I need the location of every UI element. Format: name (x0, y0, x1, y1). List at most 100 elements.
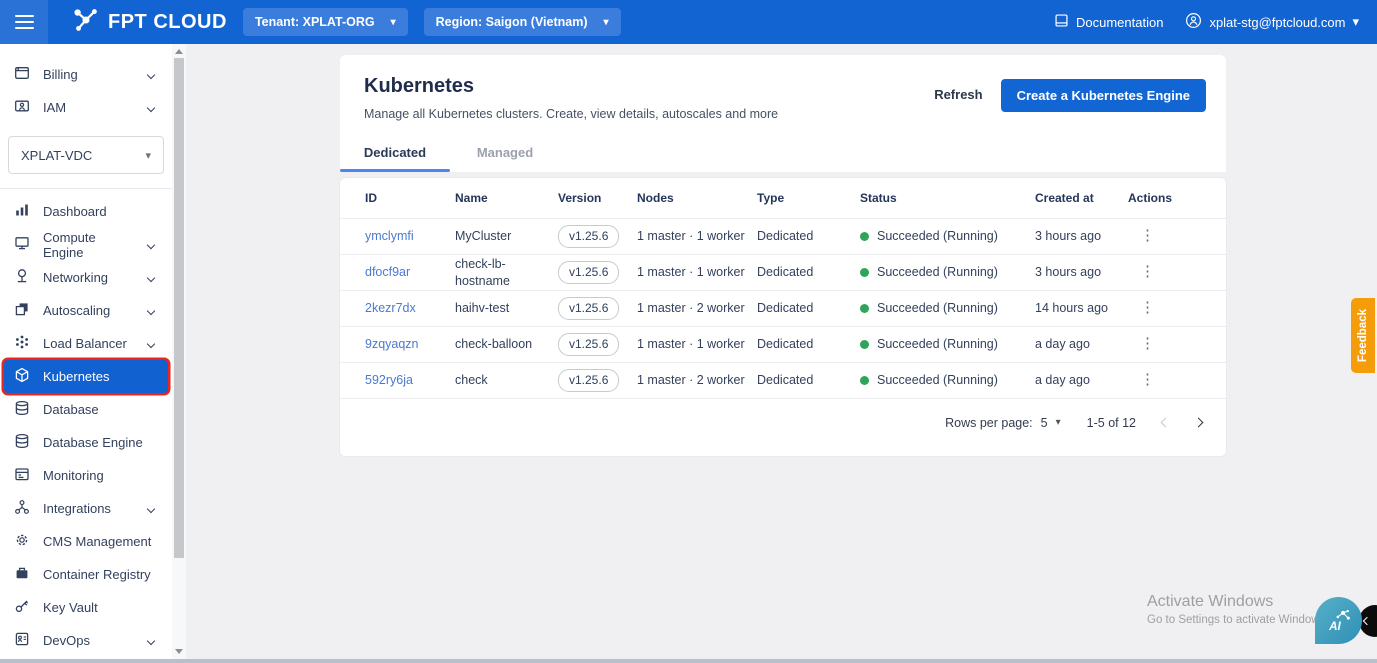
version-badge: v1.25.6 (558, 333, 620, 356)
cluster-nodes: 1 master · 2 worker (637, 301, 745, 316)
ai-molecule-icon: AI (1328, 609, 1350, 632)
sidebar-item[interactable]: Dashboard (4, 195, 168, 228)
sidebar-item-label: Container Registry (43, 567, 151, 582)
created-at: a day ago (1035, 373, 1090, 388)
chevron-down-icon (146, 306, 156, 315)
compute-engine-icon (14, 235, 30, 254)
cluster-name: check-balloon (455, 337, 533, 352)
cluster-name: check (455, 373, 488, 388)
container-registry-icon (14, 565, 30, 584)
feedback-tab[interactable]: Feedback (1351, 298, 1375, 373)
sidebar-item[interactable]: Billing (4, 58, 168, 91)
sidebar-item[interactable]: Load Balancer (4, 327, 168, 360)
version-badge: v1.25.6 (558, 369, 620, 392)
sidebar-item-label: Integrations (43, 501, 111, 516)
fpt-cloud-logo: FPT CLOUD (72, 6, 227, 39)
created-at: 14 hours ago (1035, 301, 1108, 316)
sidebar-item[interactable]: Container Registry (4, 558, 168, 591)
chevron-down-icon (146, 103, 156, 112)
user-account-menu[interactable]: xplat-stg@fptcloud.com ▾ (1185, 12, 1359, 32)
documentation-link[interactable]: Documentation (1054, 13, 1163, 31)
row-actions-kebab-icon[interactable]: ⋮ (1128, 298, 1226, 318)
previous-page-icon[interactable] (1160, 417, 1171, 428)
table-header-row: ID Name Version Nodes Type Status Create… (340, 178, 1226, 218)
sidebar-item[interactable]: CMS Management (4, 525, 168, 558)
status-dot-icon (860, 232, 869, 241)
status-text: Succeeded (Running) (877, 337, 998, 352)
rows-per-page-select[interactable]: Rows per page: 5 ▾ (945, 416, 1061, 430)
logo-molecule-icon (72, 6, 100, 39)
main-content: Kubernetes Manage all Kubernetes cluster… (186, 44, 1377, 659)
screen-bottom-edge (0, 659, 1377, 663)
sidebar-item[interactable]: Database Engine (4, 426, 168, 459)
scroll-down-icon[interactable] (175, 649, 183, 654)
chevron-down-icon: ▾ (145, 149, 151, 162)
cluster-id-link[interactable]: 592ry6ja (365, 373, 413, 387)
version-badge: v1.25.6 (558, 261, 620, 284)
cluster-id-link[interactable]: ymclymfi (365, 229, 414, 243)
pagination-range: 1-5 of 12 (1086, 415, 1136, 430)
refresh-button[interactable]: Refresh (928, 79, 988, 110)
sidebar-item-label: DevOps (43, 633, 90, 648)
sidebar-item[interactable]: Kubernetes (4, 360, 168, 393)
row-actions-kebab-icon[interactable]: ⋮ (1128, 226, 1226, 246)
sidebar-item-label: Networking (43, 270, 109, 285)
sidebar-item[interactable]: Compute Engine (4, 228, 168, 261)
hamburger-menu-icon[interactable] (0, 0, 48, 44)
sidebar-item[interactable]: Monitoring (4, 459, 168, 492)
table-row: ymclymfi MyCluster v1.25.6 1 master · 1 … (340, 218, 1226, 254)
monitoring-icon (14, 466, 30, 485)
tenant-selector[interactable]: Tenant: XPLAT-ORG ▾ (242, 8, 408, 36)
database-icon (14, 400, 30, 419)
create-kubernetes-engine-button[interactable]: Create a Kubernetes Engine (1000, 79, 1206, 112)
chevron-down-icon (146, 240, 156, 249)
sidebar-item-label: Dashboard (43, 204, 107, 219)
vdc-selector[interactable]: XPLAT-VDC ▾ (8, 136, 164, 174)
sidebar-scrollbar[interactable] (172, 44, 186, 659)
row-actions-kebab-icon[interactable]: ⋮ (1128, 334, 1226, 354)
database-engine-icon (14, 433, 30, 452)
version-badge: v1.25.6 (558, 297, 620, 320)
sidebar-item-label: Database (43, 402, 99, 417)
region-selector[interactable]: Region: Saigon (Vietnam) ▾ (423, 8, 621, 36)
sidebar-item[interactable]: Autoscaling (4, 294, 168, 327)
chevron-down-icon (146, 504, 156, 513)
sidebar-item[interactable]: Integrations (4, 492, 168, 525)
sidebar-item[interactable]: DevOps (4, 624, 168, 657)
created-at: 3 hours ago (1035, 265, 1102, 280)
book-icon (1054, 13, 1069, 31)
next-page-icon[interactable] (1193, 417, 1204, 428)
row-actions-kebab-icon[interactable]: ⋮ (1128, 262, 1226, 282)
load-balancer-icon (14, 334, 30, 353)
chevron-down-icon (146, 70, 156, 79)
status-dot-icon (860, 304, 869, 313)
ai-assistant-bubble[interactable]: AI (1315, 597, 1362, 644)
cluster-id-link[interactable]: 9zqyaqzn (365, 337, 419, 351)
key-vault-icon (14, 598, 30, 617)
cluster-id-link[interactable]: 2kezr7dx (365, 301, 416, 315)
created-at: a day ago (1035, 337, 1090, 352)
cluster-id-link[interactable]: dfocf9ar (365, 265, 410, 279)
cluster-nodes: 1 master · 1 worker (637, 337, 745, 352)
scroll-up-icon[interactable] (175, 49, 183, 54)
cms-management-icon (14, 532, 30, 551)
row-actions-kebab-icon[interactable]: ⋮ (1128, 370, 1226, 390)
tab[interactable]: Managed (450, 132, 560, 172)
sidebar-item[interactable]: Networking (4, 261, 168, 294)
cluster-name: MyCluster (455, 229, 512, 244)
status-dot-icon (860, 376, 869, 385)
sidebar-item[interactable]: Database (4, 393, 168, 426)
sidebar-item[interactable]: IAM (4, 91, 168, 124)
user-circle-icon (1185, 12, 1202, 32)
svg-text:AI: AI (1328, 619, 1341, 632)
sidebar-item-label: Kubernetes (43, 369, 110, 384)
cluster-name: check-lb-hostname (455, 256, 510, 288)
cluster-name: haihv-test (455, 301, 510, 316)
table-row: 9zqyaqzn check-balloon v1.25.6 1 master … (340, 326, 1226, 362)
scrollbar-thumb[interactable] (174, 58, 184, 558)
sidebar-item[interactable]: Key Vault (4, 591, 168, 624)
tab[interactable]: Dedicated (340, 132, 450, 172)
top-header-bar: FPT CLOUD Tenant: XPLAT-ORG ▾ Region: Sai… (0, 0, 1377, 44)
column-header-nodes: Nodes (637, 190, 674, 205)
status-text: Succeeded (Running) (877, 265, 998, 280)
